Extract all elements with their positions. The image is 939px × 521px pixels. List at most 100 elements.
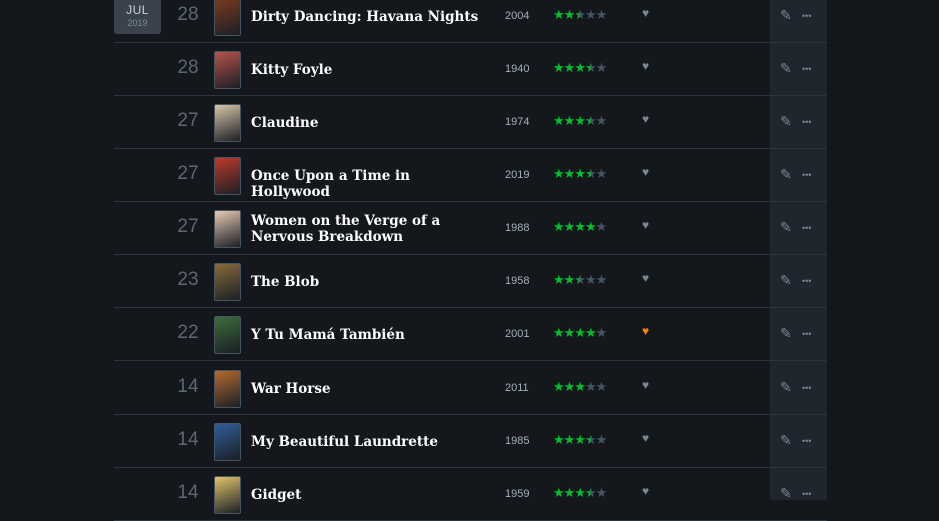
entry-day[interactable]: 14	[170, 482, 206, 504]
film-title-link[interactable]: Women on the Verge of a Nervous Breakdow…	[251, 213, 486, 245]
entry-day[interactable]: 14	[170, 376, 206, 398]
entry-day[interactable]: 23	[170, 269, 206, 291]
pencil-icon[interactable]: ✎	[780, 166, 792, 183]
film-title-link[interactable]: Gidget	[251, 487, 486, 503]
release-year[interactable]: 1974	[505, 116, 529, 128]
star-empty-icon: ★	[595, 113, 608, 128]
release-year[interactable]: 1988	[505, 222, 529, 234]
star-full-icon: ★	[584, 219, 597, 234]
release-year[interactable]: 2004	[505, 10, 529, 22]
star-rating: ★★★★★	[553, 485, 607, 501]
film-poster[interactable]	[214, 0, 241, 36]
pencil-icon[interactable]: ✎	[780, 272, 792, 289]
film-poster[interactable]	[214, 210, 241, 248]
diary-entry-row[interactable]: 14 Gidget 1959 ★★★★★ ♥ ✎ •••	[114, 468, 827, 521]
star-empty-icon: ★	[584, 7, 597, 22]
entry-day[interactable]: 27	[170, 163, 206, 185]
entry-day[interactable]: 28	[170, 4, 206, 26]
film-poster[interactable]	[214, 316, 241, 354]
film-title-link[interactable]: Once Upon a Time in Hollywood	[251, 168, 486, 200]
star-empty-icon: ★	[595, 7, 608, 22]
entry-day[interactable]: 14	[170, 429, 206, 451]
more-dots-icon[interactable]: •••	[802, 170, 811, 180]
more-dots-icon[interactable]: •••	[802, 11, 811, 21]
star-full-icon: ★	[553, 325, 565, 340]
release-year[interactable]: 2019	[505, 169, 529, 181]
pencil-icon[interactable]: ✎	[780, 219, 792, 236]
more-dots-icon[interactable]: •••	[802, 436, 811, 446]
heart-icon[interactable]: ♥	[642, 6, 649, 20]
heart-icon[interactable]: ♥	[642, 112, 649, 126]
entry-day[interactable]: 27	[170, 216, 206, 238]
film-title-link[interactable]: My Beautiful Laundrette	[251, 434, 486, 450]
star-full-icon: ★	[563, 325, 576, 340]
film-title-link[interactable]: The Blob	[251, 274, 486, 290]
star-full-icon: ★	[553, 379, 565, 394]
film-title-link[interactable]: War Horse	[251, 381, 486, 397]
film-poster[interactable]	[214, 51, 241, 89]
star-empty-icon: ★	[584, 379, 597, 394]
calendar-month: JUL	[126, 3, 149, 17]
pencil-icon[interactable]: ✎	[780, 113, 792, 130]
star-full-icon: ★	[563, 166, 576, 181]
release-year[interactable]: 1959	[505, 488, 529, 500]
film-title-link[interactable]: Y Tu Mamá También	[251, 327, 486, 343]
pencil-icon[interactable]: ✎	[780, 379, 792, 396]
entry-day[interactable]: 22	[170, 322, 206, 344]
film-poster[interactable]	[214, 423, 241, 461]
heart-icon[interactable]: ♥	[642, 484, 649, 498]
pencil-icon[interactable]: ✎	[780, 7, 792, 24]
release-year[interactable]: 2011	[505, 382, 529, 394]
film-poster[interactable]	[214, 370, 241, 408]
release-year[interactable]: 1958	[505, 275, 529, 287]
entry-day[interactable]: 27	[170, 110, 206, 132]
pencil-icon[interactable]: ✎	[780, 485, 792, 502]
star-empty-icon: ★	[595, 272, 608, 287]
heart-icon[interactable]: ♥	[642, 165, 649, 179]
star-full-icon: ★	[563, 219, 576, 234]
film-poster[interactable]	[214, 104, 241, 142]
more-dots-icon[interactable]: •••	[802, 383, 811, 393]
film-title-link[interactable]: Dirty Dancing: Havana Nights	[251, 9, 486, 25]
star-full-icon: ★	[563, 272, 576, 287]
release-year[interactable]: 1985	[505, 435, 529, 447]
diary-entry-row[interactable]: 14 My Beautiful Laundrette 1985 ★★★★★ ♥ ✎ •••	[114, 415, 827, 468]
diary-entry-row[interactable]: 27 Women on the Verge of a Nervous Breakd…	[114, 202, 827, 255]
entry-day[interactable]: 28	[170, 57, 206, 79]
diary-entry-row[interactable]: 27 Claudine 1974 ★★★★★ ♥ ✎ •••	[114, 96, 827, 149]
more-dots-icon[interactable]: •••	[802, 489, 811, 499]
film-title-link[interactable]: Claudine	[251, 115, 486, 131]
calendar-badge[interactable]: JUL 2019	[114, 0, 161, 34]
film-poster[interactable]	[214, 263, 241, 301]
more-dots-icon[interactable]: •••	[802, 223, 811, 233]
star-full-icon: ★	[553, 432, 565, 447]
diary-entry-row[interactable]: 22 Y Tu Mamá También 2001 ★★★★★ ♥ ✎ •••	[114, 308, 827, 361]
film-title-link[interactable]: Kitty Foyle	[251, 62, 486, 78]
heart-icon[interactable]: ♥	[642, 218, 649, 232]
heart-icon[interactable]: ♥	[642, 271, 649, 285]
star-half-icon: ★	[574, 7, 586, 22]
pencil-icon[interactable]: ✎	[780, 60, 792, 77]
more-dots-icon[interactable]: •••	[802, 64, 811, 74]
film-poster[interactable]	[214, 157, 241, 195]
heart-icon[interactable]: ♥	[642, 324, 649, 338]
diary-entry-row[interactable]: 28 Dirty Dancing: Havana Nights 2004 ★★★★★ ♥…	[114, 0, 827, 43]
heart-icon[interactable]: ♥	[642, 59, 649, 73]
pencil-icon[interactable]: ✎	[780, 325, 792, 342]
diary-entry-row[interactable]: 23 The Blob 1958 ★★★★★ ♥ ✎ •••	[114, 255, 827, 308]
diary-entry-row[interactable]: 28 Kitty Foyle 1940 ★★★★★ ♥ ✎ •••	[114, 43, 827, 96]
diary-entry-row[interactable]: 27 Once Upon a Time in Hollywood 2019 ★★★★★…	[114, 149, 827, 202]
heart-icon[interactable]: ♥	[642, 431, 649, 445]
star-rating: ★★★★★	[553, 60, 607, 76]
more-dots-icon[interactable]: •••	[802, 117, 811, 127]
film-poster[interactable]	[214, 476, 241, 514]
diary-entry-row[interactable]: 14 War Horse 2011 ★★★★★ ♥ ✎ •••	[114, 362, 827, 415]
star-full-icon: ★	[563, 379, 576, 394]
more-dots-icon[interactable]: •••	[802, 329, 811, 339]
release-year[interactable]: 2001	[505, 328, 529, 340]
heart-icon[interactable]: ♥	[642, 378, 649, 392]
more-dots-icon[interactable]: •••	[802, 276, 811, 286]
star-half-icon: ★	[584, 485, 597, 500]
pencil-icon[interactable]: ✎	[780, 432, 792, 449]
release-year[interactable]: 1940	[505, 63, 529, 75]
